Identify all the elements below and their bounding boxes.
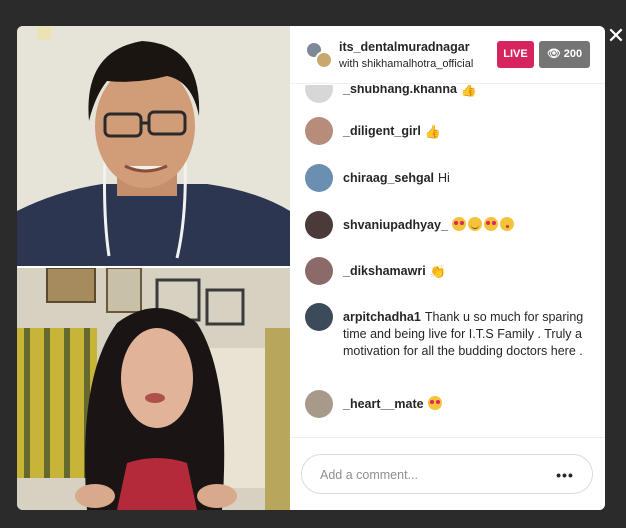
heart-eyes-emoji bbox=[427, 396, 442, 410]
avatar[interactable] bbox=[305, 117, 333, 145]
avatar[interactable] bbox=[305, 303, 333, 331]
comments-panel: its_dentalmuradnagar with shikhamalhotra… bbox=[290, 26, 605, 510]
comment-footer: ••• bbox=[290, 437, 605, 510]
comment-username[interactable]: _heart__mate bbox=[343, 397, 424, 411]
live-video[interactable] bbox=[17, 26, 290, 510]
comment-list[interactable]: _shubhang.khanna 👍 _diligent_girl 👍 chiraa… bbox=[290, 85, 605, 437]
thumbs-up-emoji: 👍 bbox=[460, 85, 478, 97]
comment-username[interactable]: _shubhang.khanna bbox=[343, 85, 457, 96]
live-badge: LIVE bbox=[497, 41, 534, 68]
guest-person-image bbox=[17, 268, 290, 510]
thumbs-up-emoji: 👍 bbox=[424, 124, 441, 139]
avatar[interactable] bbox=[305, 211, 333, 239]
heart-eyes-emoji bbox=[483, 217, 498, 231]
blush-emoji bbox=[467, 217, 482, 231]
heart-eyes-emoji bbox=[451, 217, 466, 231]
comment-username[interactable]: shvaniupadhyay_ bbox=[343, 218, 448, 232]
comment-username[interactable]: chiraag_sehgal bbox=[343, 171, 434, 185]
live-header: its_dentalmuradnagar with shikhamalhotra… bbox=[290, 26, 605, 84]
comment-username[interactable]: arpitchadha1 bbox=[343, 310, 421, 324]
host-username[interactable]: its_dentalmuradnagar bbox=[339, 40, 470, 54]
guest-video-feed bbox=[17, 268, 290, 510]
guest-with-label[interactable]: with shikhamalhotra_official bbox=[339, 58, 473, 70]
comment-text: Hi bbox=[438, 171, 450, 185]
more-options-icon[interactable]: ••• bbox=[556, 467, 574, 483]
host-avatars[interactable] bbox=[305, 41, 333, 69]
host-video-feed bbox=[17, 26, 290, 266]
comment-username[interactable]: _diligent_girl bbox=[343, 124, 421, 138]
comment-input[interactable] bbox=[320, 465, 540, 485]
kiss-emoji bbox=[499, 217, 514, 231]
avatar[interactable] bbox=[305, 390, 333, 418]
comment-username[interactable]: _dikshamawri bbox=[343, 264, 426, 278]
avatar[interactable] bbox=[305, 257, 333, 285]
comment-box[interactable]: ••• bbox=[301, 454, 593, 494]
viewer-count: 200 bbox=[563, 48, 583, 60]
close-icon[interactable]: ✕ bbox=[606, 24, 626, 48]
clap-emoji: 👏 bbox=[429, 264, 446, 279]
avatar[interactable] bbox=[305, 85, 333, 103]
guest-avatar bbox=[315, 51, 333, 69]
avatar[interactable] bbox=[305, 164, 333, 192]
live-modal: its_dentalmuradnagar with shikhamalhotra… bbox=[17, 26, 605, 510]
eye-icon: 👁 bbox=[546, 48, 561, 60]
host-person-image bbox=[17, 26, 290, 266]
viewer-count-badge[interactable]: 👁 200 bbox=[539, 41, 590, 68]
